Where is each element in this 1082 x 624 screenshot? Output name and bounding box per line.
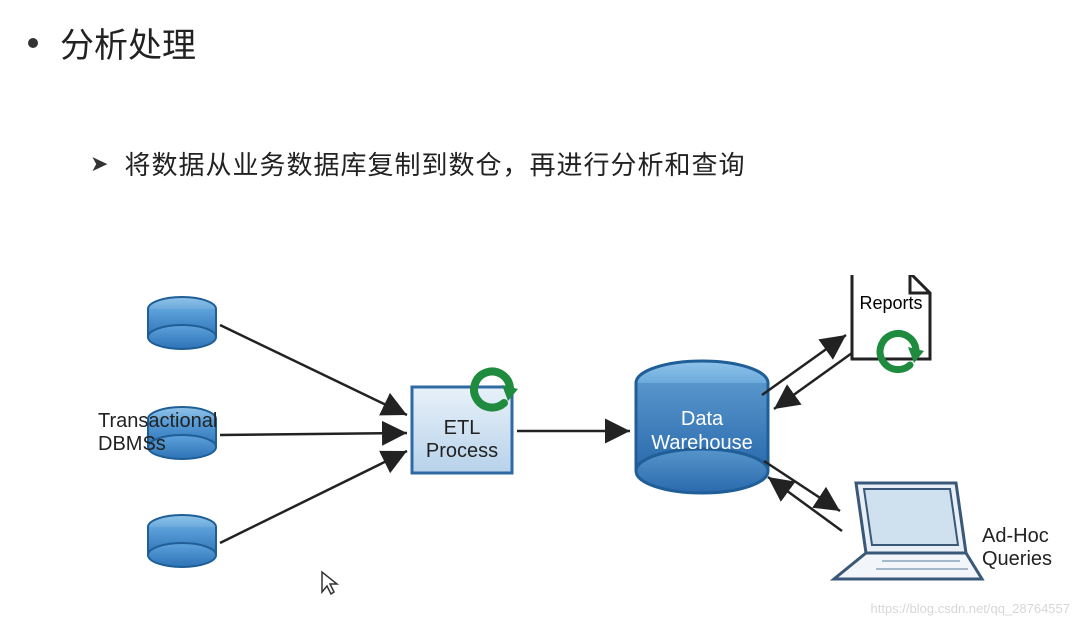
title-text: 分析处理 (60, 18, 196, 67)
cursor-icon (320, 570, 340, 601)
svg-text:Reports: Reports (859, 293, 922, 313)
svg-text:Warehouse: Warehouse (651, 432, 753, 454)
chevron-right-icon: ➤ (90, 151, 108, 177)
watermark-text: https://blog.csdn.net/qq_28764557 (871, 601, 1071, 616)
etl-diagram: Data Warehouse Reports (112, 275, 1062, 615)
etl-label: ETL Process (422, 417, 502, 463)
dbms-label: Transactional DBMSs (98, 410, 228, 456)
db-cylinder-icon (148, 297, 216, 349)
adhoc-label: Ad-Hoc Queries (982, 525, 1072, 571)
subtitle-text: 将数据从业务数据库复制到数仓，再进行分析和查询 (124, 145, 745, 182)
data-warehouse-icon: Data Warehouse (636, 361, 768, 493)
bullet-dot (28, 38, 38, 48)
svg-text:Data: Data (681, 408, 724, 430)
db-cylinder-icon (148, 515, 216, 567)
laptop-icon (834, 483, 982, 579)
